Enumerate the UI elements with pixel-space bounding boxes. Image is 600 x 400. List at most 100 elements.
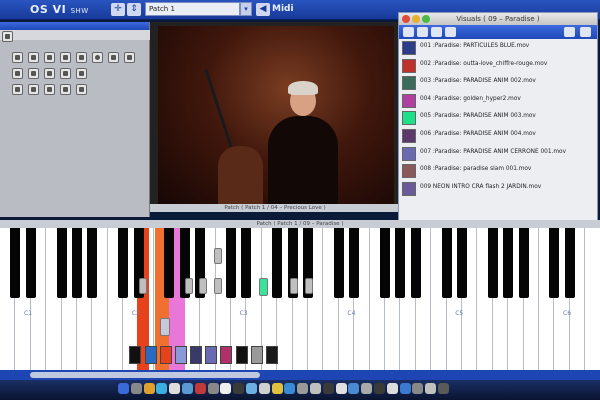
black-key[interactable] — [272, 228, 283, 298]
key-visual-marker[interactable] — [185, 278, 193, 294]
black-key[interactable] — [380, 228, 390, 298]
visual-swatch[interactable] — [205, 346, 217, 364]
visual-swatch[interactable] — [251, 346, 263, 364]
black-key[interactable] — [503, 228, 514, 298]
dock-app-icon[interactable] — [438, 383, 449, 394]
dock-app-icon[interactable] — [348, 383, 360, 394]
triangle-icon[interactable] — [124, 52, 135, 63]
white-key[interactable] — [585, 228, 600, 370]
dock-app-icon[interactable] — [194, 383, 206, 394]
settings-icon[interactable] — [431, 27, 442, 37]
zoom-icon[interactable] — [422, 15, 430, 23]
speaker-icon[interactable]: ◀ — [256, 3, 270, 16]
grid-icon[interactable] — [44, 68, 55, 79]
circle-icon[interactable] — [92, 52, 103, 63]
black-key[interactable] — [457, 228, 467, 298]
dock-app-icon[interactable] — [118, 383, 129, 394]
key-visual-marker[interactable] — [214, 248, 222, 264]
grid-icon[interactable] — [44, 84, 55, 95]
black-key[interactable] — [87, 228, 98, 298]
black-key[interactable] — [410, 228, 421, 298]
grid-icon[interactable] — [76, 68, 87, 79]
black-key[interactable] — [564, 228, 575, 298]
dock-app-icon[interactable] — [143, 383, 155, 394]
dock-app-icon[interactable] — [399, 383, 411, 394]
dock-app-icon[interactable] — [130, 383, 142, 394]
dock-app-icon[interactable] — [207, 383, 219, 394]
panel-tool-icon[interactable] — [2, 31, 13, 42]
key-visual-marker[interactable] — [199, 278, 207, 294]
dock-app-icon[interactable] — [297, 383, 309, 394]
visual-swatch[interactable] — [236, 346, 248, 364]
grid-icon[interactable] — [28, 68, 39, 79]
key-visual-marker[interactable] — [160, 318, 170, 336]
dock-app-icon[interactable] — [374, 383, 385, 394]
visual-item[interactable]: 008 :Paradise: paradise slam 001.mov — [399, 162, 597, 180]
patch-select[interactable]: Patch 1 — [145, 2, 240, 16]
black-key[interactable] — [241, 228, 252, 298]
grid-icon[interactable] — [60, 68, 71, 79]
visual-swatch[interactable] — [129, 346, 141, 364]
dock-app-icon[interactable] — [258, 383, 270, 394]
visual-swatch[interactable] — [160, 346, 172, 364]
grid-icon[interactable] — [445, 27, 456, 37]
visual-item[interactable]: 006 :Paradise: PARADISE ANIM 004.mov — [399, 127, 597, 145]
dock-app-icon[interactable] — [233, 383, 245, 394]
close-icon[interactable] — [402, 15, 410, 23]
visual-item[interactable]: 007 :Paradise: PARADISE ANIM CERRONE 001… — [399, 145, 597, 163]
visual-swatch[interactable] — [266, 346, 278, 364]
grid-icon[interactable] — [76, 52, 87, 63]
key-visual-marker[interactable] — [305, 278, 313, 294]
visual-swatch[interactable] — [220, 346, 232, 364]
transport-icon[interactable]: ✛ — [111, 3, 125, 16]
scroll-thumb[interactable] — [30, 372, 260, 378]
black-key[interactable] — [25, 228, 36, 298]
dock-app-icon[interactable] — [169, 383, 181, 394]
black-key[interactable] — [72, 228, 82, 298]
image-icon[interactable] — [417, 27, 428, 37]
black-key[interactable] — [549, 228, 560, 298]
pencil-icon[interactable] — [403, 27, 414, 37]
dock-app-icon[interactable] — [386, 383, 398, 394]
dock-app-icon[interactable] — [182, 383, 193, 394]
grid-icon[interactable] — [108, 52, 119, 63]
grid-icon[interactable] — [12, 52, 23, 63]
close-icon[interactable] — [580, 27, 591, 37]
black-key[interactable] — [164, 228, 175, 298]
window-icon[interactable] — [564, 27, 575, 37]
grid-icon[interactable] — [12, 84, 23, 95]
black-key[interactable] — [441, 228, 452, 298]
key-visual-marker[interactable] — [259, 278, 268, 296]
key-visual-marker[interactable] — [139, 278, 147, 294]
grid-icon[interactable] — [28, 84, 39, 95]
grid-icon[interactable] — [12, 68, 23, 79]
black-key[interactable] — [518, 228, 529, 298]
black-key[interactable] — [226, 228, 236, 298]
minimize-icon[interactable] — [412, 15, 420, 23]
dock-app-icon[interactable] — [425, 383, 437, 394]
visual-swatch[interactable] — [145, 346, 157, 364]
key-visual-marker[interactable] — [214, 278, 222, 294]
visual-swatch[interactable] — [190, 346, 202, 364]
visual-item[interactable]: 004 :Paradise: golden_hyper2.mov — [399, 92, 597, 110]
grid-icon[interactable] — [60, 84, 71, 95]
black-key[interactable] — [349, 228, 360, 298]
visual-item[interactable]: 003 :Paradise: PARADISE ANIM 002.mov — [399, 74, 597, 92]
grid-icon[interactable] — [76, 84, 87, 95]
dock-app-icon[interactable] — [335, 383, 347, 394]
grid-icon[interactable] — [60, 52, 71, 63]
visual-item[interactable]: 005 :Paradise: PARADISE ANIM 003.mov — [399, 109, 597, 127]
visual-item[interactable]: 002 :Paradise: outta-love_chiffre-rouge.… — [399, 57, 597, 75]
dock-app-icon[interactable] — [412, 383, 424, 394]
dock-app-icon[interactable] — [361, 383, 373, 394]
midi-label[interactable]: Midi — [272, 4, 294, 14]
chevron-down-icon[interactable]: ▾ — [240, 2, 252, 16]
dock-app-icon[interactable] — [156, 383, 168, 394]
dock-app-icon[interactable] — [271, 383, 283, 394]
black-key[interactable] — [56, 228, 67, 298]
grid-icon[interactable] — [44, 52, 55, 63]
visual-item[interactable]: 001 :Paradise: PARTICULES BLUE.mov — [399, 39, 597, 57]
black-key[interactable] — [395, 228, 406, 298]
move-icon[interactable]: ⇕ — [127, 3, 141, 16]
horizontal-scrollbar[interactable] — [0, 370, 600, 380]
